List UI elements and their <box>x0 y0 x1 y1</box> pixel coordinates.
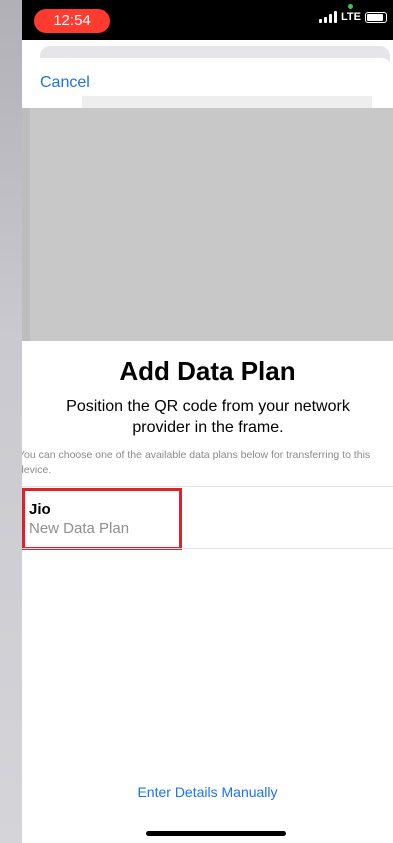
plan-description: New Data Plan <box>29 520 130 537</box>
cancel-button[interactable]: Cancel <box>40 74 90 92</box>
battery-icon <box>365 11 387 23</box>
plans-hint: You can choose one of the available data… <box>22 449 371 476</box>
page-subtitle: Position the QR code from your network p… <box>66 398 350 436</box>
status-bar: 12:54 LTE <box>22 0 393 40</box>
phone-screen: 12:54 LTE Cancel Add Data Plan Position … <box>22 0 393 843</box>
divider <box>22 548 393 549</box>
home-indicator[interactable] <box>146 831 286 836</box>
status-icons: LTE <box>319 11 387 23</box>
enter-details-manually-button[interactable]: Enter Details Manually <box>22 784 393 800</box>
plan-name: Jio <box>29 501 51 518</box>
camera-shade <box>22 108 30 341</box>
page-title: Add Data Plan <box>119 356 296 386</box>
data-plan-item[interactable]: Jio New Data Plan <box>22 488 182 550</box>
network-type: LTE <box>341 11 361 23</box>
background-strip <box>0 0 22 843</box>
signal-icon <box>319 11 338 23</box>
camera-preview-edge <box>82 96 372 108</box>
privacy-indicator-icon <box>348 4 353 9</box>
status-time: 12:54 <box>34 9 110 33</box>
divider <box>22 486 393 487</box>
qr-camera-viewfinder <box>22 108 393 341</box>
